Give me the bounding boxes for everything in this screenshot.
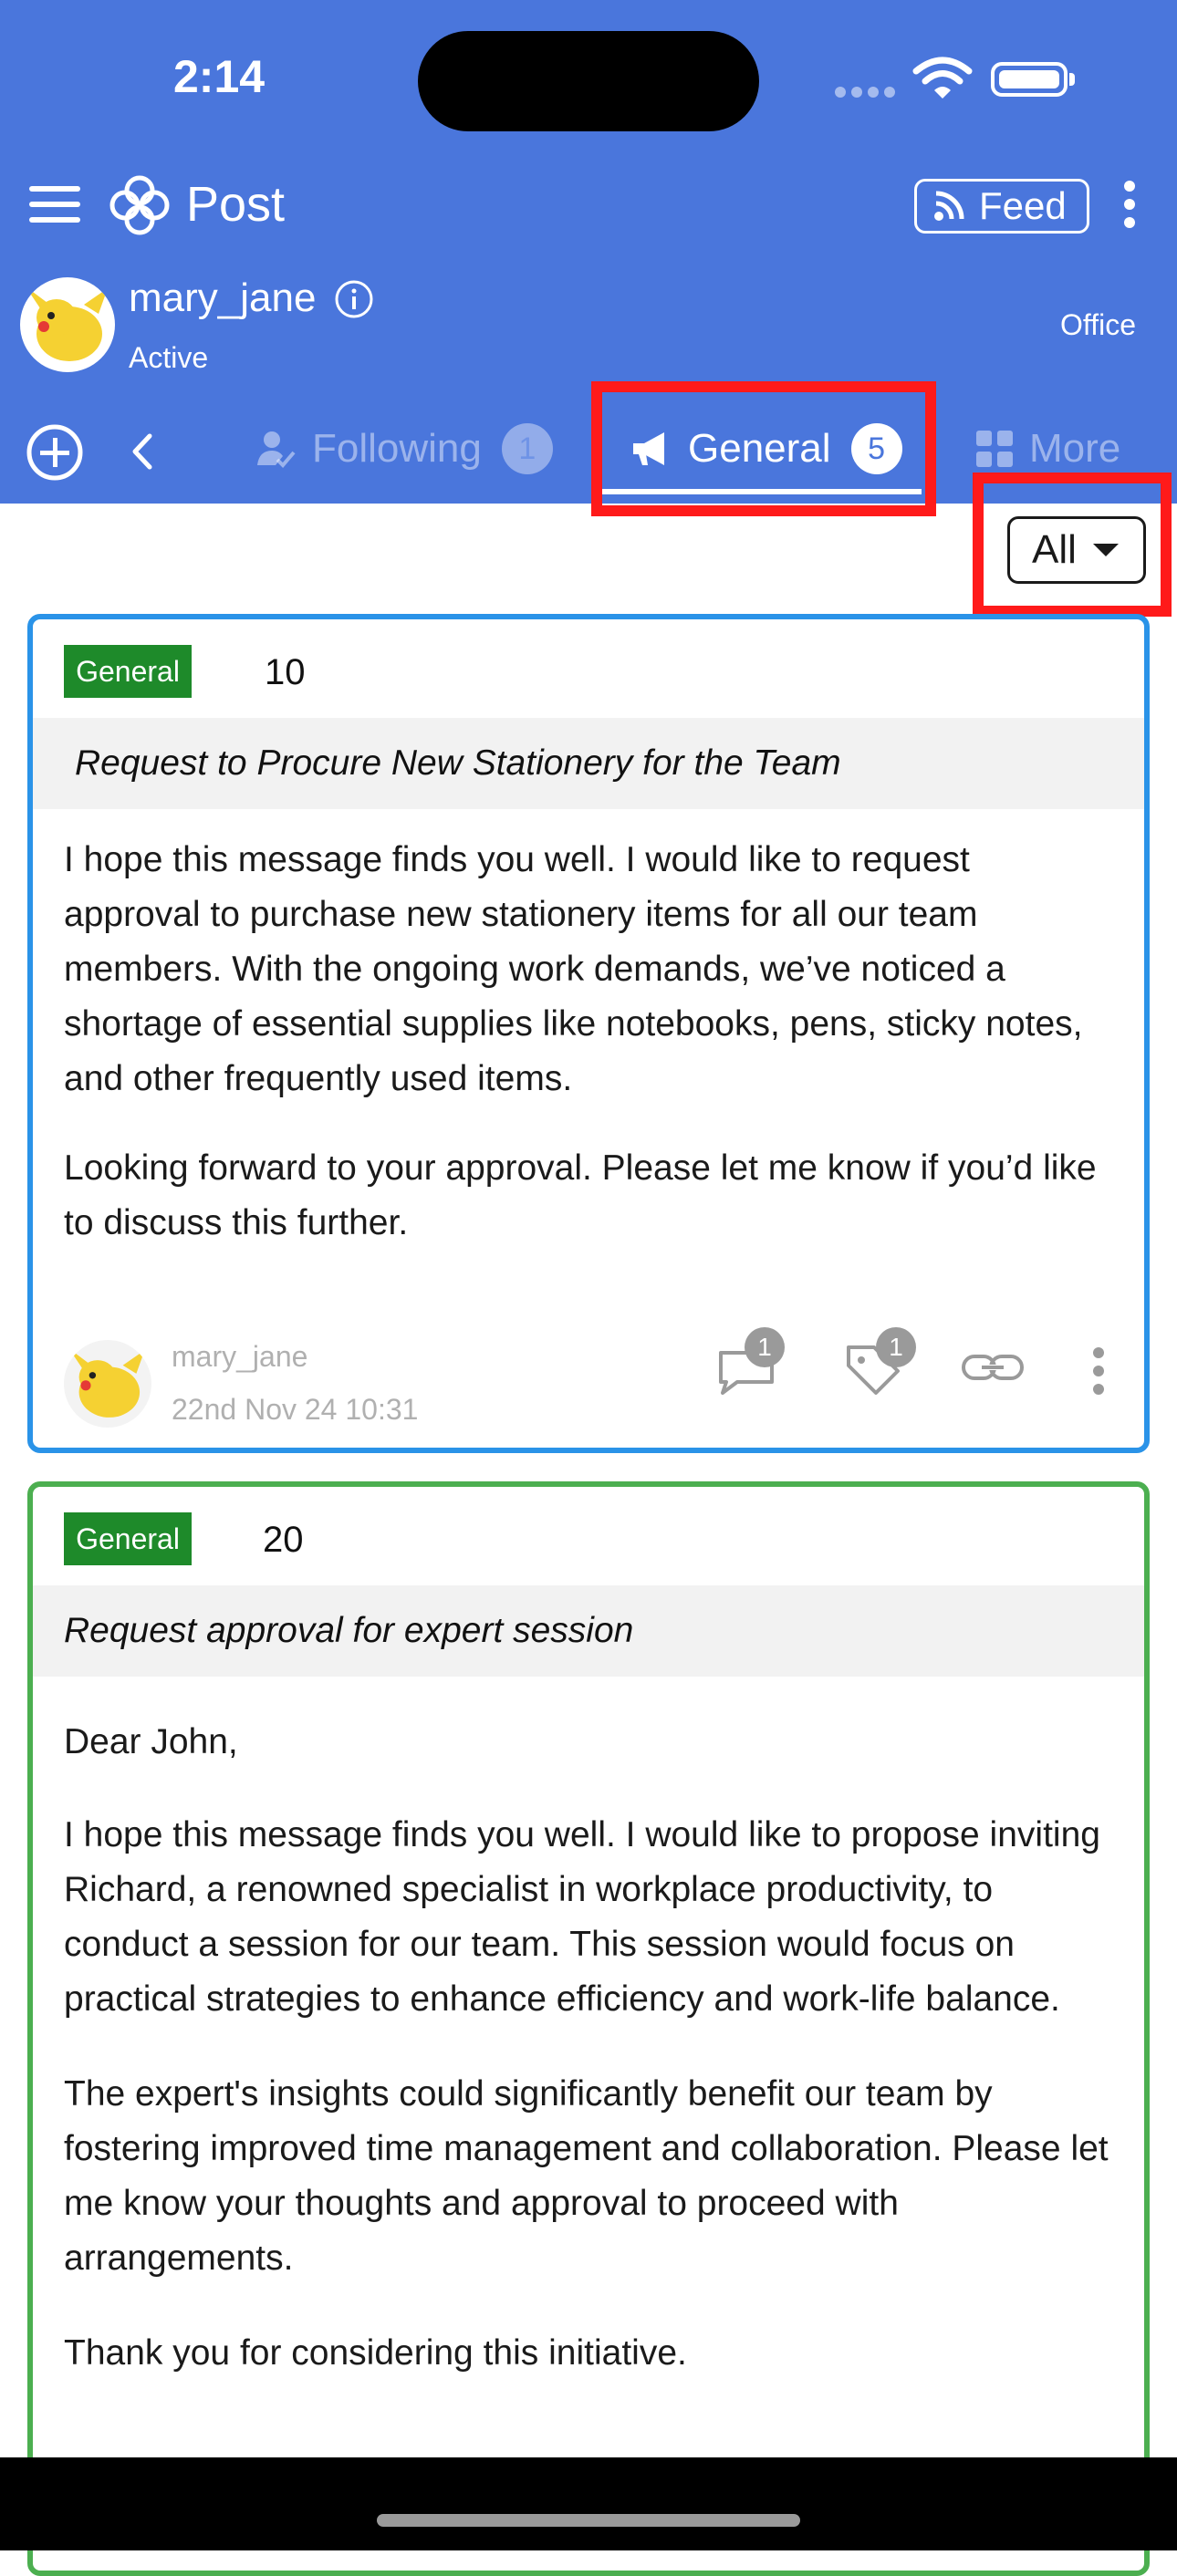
highlight-box-general-tab <box>591 381 936 516</box>
post-author: mary_jane <box>172 1340 308 1373</box>
comment-button[interactable]: 1 <box>717 1327 785 1401</box>
post-subject: Request approval for expert session <box>64 1611 634 1650</box>
post-paragraph: The expert's insights could significantl… <box>64 2074 1109 2278</box>
status-time: 2:14 <box>173 51 266 102</box>
post-number: 20 <box>263 1520 304 1560</box>
grid-icon <box>976 431 1013 467</box>
tab-following-label: Following <box>312 426 482 471</box>
post-paragraph: Thank you for considering this initiativ… <box>64 2333 687 2373</box>
user-status: Active <box>129 341 209 374</box>
user-avatar[interactable] <box>20 277 115 372</box>
app-logo-icon <box>109 175 170 235</box>
home-indicator[interactable] <box>377 2514 800 2527</box>
battery-tip <box>1069 73 1075 86</box>
tab-more[interactable]: More <box>976 421 1120 476</box>
more-options-icon[interactable] <box>1124 181 1135 235</box>
post-paragraph: I hope this message finds you well. I wo… <box>64 1815 1100 2019</box>
wifi-icon <box>912 57 973 99</box>
tab-more-label: More <box>1029 426 1121 471</box>
post-number: 10 <box>265 652 306 692</box>
post-options-icon[interactable] <box>1093 1347 1104 1402</box>
feed-label: Feed <box>979 184 1067 227</box>
battery-icon <box>991 62 1068 97</box>
copy-link-button[interactable] <box>960 1349 1026 1390</box>
signal-icon <box>835 86 901 102</box>
highlight-box-filter <box>973 473 1172 617</box>
post-card[interactable]: General 10 Request to Procure New Statio… <box>27 614 1150 1453</box>
category-badge: General <box>64 645 192 698</box>
info-icon[interactable] <box>334 279 374 319</box>
add-circle-icon[interactable] <box>26 423 84 482</box>
tag-button[interactable]: 1 <box>843 1327 916 1405</box>
link-icon <box>962 1355 1024 1380</box>
post-date: 22nd Nov 24 10:31 <box>172 1393 419 1426</box>
post-paragraph: Dear John, <box>64 1722 238 1761</box>
dynamic-island <box>418 31 759 131</box>
author-avatar[interactable] <box>64 1340 151 1428</box>
post-body: I hope this message finds you well. I wo… <box>64 833 1113 1251</box>
user-check-icon <box>255 429 296 469</box>
post-body: Dear John, I hope this message finds you… <box>64 1715 1113 2381</box>
chevron-left-icon[interactable] <box>124 431 161 473</box>
tab-following[interactable]: Following 1 <box>255 421 553 476</box>
post-paragraph: I hope this message finds you well. I wo… <box>64 840 1083 1098</box>
post-card[interactable]: General 20 Request approval for expert s… <box>27 1481 1150 2576</box>
user-location: Office <box>1060 308 1136 341</box>
comment-count-badge: 1 <box>745 1327 785 1367</box>
app-title: Post <box>186 177 286 232</box>
username: mary_jane <box>129 275 317 320</box>
post-subject: Request to Procure New Stationery for th… <box>75 743 841 783</box>
rss-icon <box>934 191 964 221</box>
feed-button[interactable]: Feed <box>914 179 1089 234</box>
app-header: 2:14 Post Feed mary_jane Active Office F… <box>0 0 1177 504</box>
category-badge: General <box>64 1512 192 1565</box>
tag-count-badge: 1 <box>876 1327 916 1367</box>
post-paragraph: Looking forward to your approval. Please… <box>64 1148 1097 1242</box>
hamburger-menu-icon[interactable] <box>29 186 80 223</box>
following-count-badge: 1 <box>501 423 553 474</box>
system-bottom-bar <box>0 2457 1177 2550</box>
